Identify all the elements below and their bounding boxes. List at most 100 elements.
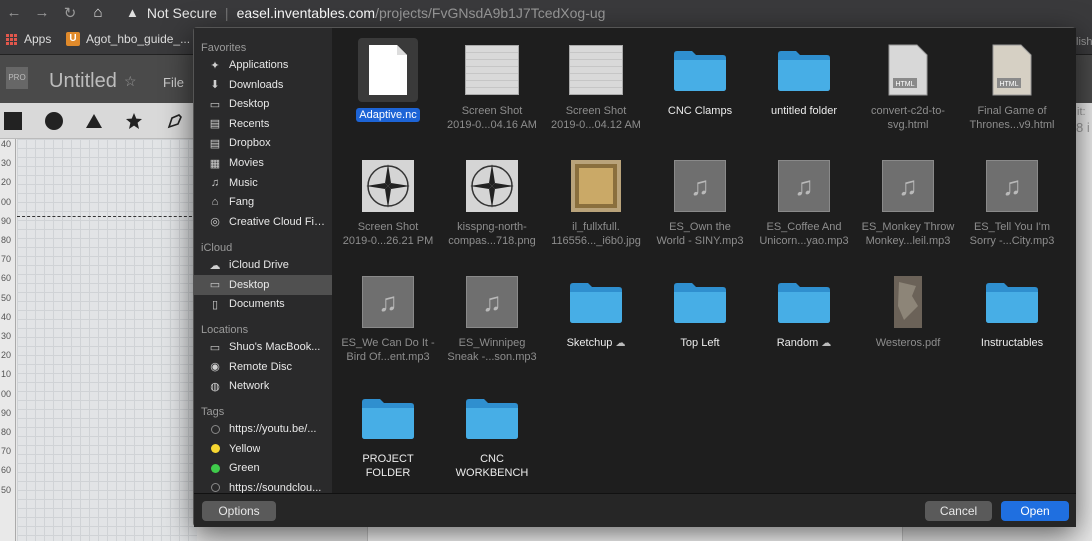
file-item[interactable]: ♫ ES_Winnipeg Sneak -...son.mp3 <box>440 272 544 364</box>
file-item[interactable]: HTML convert-c2d-to-svg.html <box>856 40 960 132</box>
url-path[interactable]: /projects/FvGNsdA9b1J7TcedXog-ug <box>375 5 605 21</box>
recents-icon: ▤ <box>209 118 221 131</box>
svg-text:HTML: HTML <box>895 81 914 88</box>
sidebar-tag[interactable]: https://soundclou... <box>194 478 332 493</box>
file-name-line: Adaptive.nc <box>356 108 420 122</box>
square-tool-icon[interactable] <box>4 112 22 130</box>
folder-item[interactable]: untitled folder <box>752 40 856 118</box>
folder-item[interactable]: PROJECT FOLDER <box>336 388 440 480</box>
file-menu[interactable]: File <box>163 75 184 90</box>
file-name-line: 2019-0...04.16 AM <box>447 119 537 131</box>
cancel-button[interactable]: Cancel <box>925 501 992 521</box>
file-item[interactable]: il_fullxfull. 116556..._i6b0.jpg <box>544 156 648 248</box>
warning-icon[interactable]: ▲ <box>126 5 139 20</box>
security-label[interactable]: Not Secure <box>147 5 217 21</box>
file-name-line: ES_Own the <box>669 221 731 233</box>
file-name-line: compas...718.png <box>448 235 536 247</box>
file-name: ES_Monkey Throw Monkey...leil.mp3 <box>856 220 960 248</box>
file-name: PROJECT FOLDER <box>336 452 440 480</box>
right-edge-fragment: lish it: 8 i <box>1076 0 1092 135</box>
sidebar-item[interactable]: ▦ Movies <box>194 153 332 173</box>
creative-cloud-icon: ◎ <box>210 216 220 229</box>
sidebar-item-label: Creative Cloud Fil... <box>229 215 325 228</box>
sidebar-item-label: Applications <box>229 59 289 71</box>
back-arrow-icon[interactable]: ← <box>0 4 28 21</box>
sidebar-item-label: Network <box>229 380 270 393</box>
sidebar-tag[interactable]: Green <box>194 458 332 478</box>
file-name-line: ES_Coffee And <box>766 221 842 233</box>
folder-item[interactable]: Random ☁ <box>752 272 856 351</box>
bookmark-apps[interactable]: Apps <box>6 32 51 46</box>
file-name: Final Game of Thrones...v9.html <box>960 104 1064 132</box>
folder-item[interactable]: Instructables <box>960 272 1064 350</box>
apps-grid-icon <box>6 33 17 45</box>
file-item[interactable]: HTML Final Game of Thrones...v9.html <box>960 40 1064 132</box>
file-name-line: ES_Tell You I'm <box>973 221 1051 233</box>
sidebar-item[interactable]: ▭ Desktop <box>194 274 332 295</box>
open-button[interactable]: Open <box>1001 501 1069 521</box>
folder-item[interactable]: CNC Clamps <box>648 40 752 118</box>
file-item[interactable]: Screen Shot 2019-0...26.21 PM <box>336 156 440 248</box>
sidebar-item[interactable]: ♫ Music <box>194 173 332 193</box>
sidebar-item[interactable]: ▭ Shuo's MacBook... <box>194 337 332 357</box>
vertical-ruler: 40 30 20 00 90 80 70 60 50 40 30 20 10 00 90 80 70 60 50 <box>0 139 16 541</box>
file-item[interactable]: Screen Shot 2019-0...04.16 AM <box>440 40 544 132</box>
file-item[interactable]: ♫ ES_We Can Do It - Bird Of...ent.mp3 <box>336 272 440 364</box>
tags-header: Tags <box>201 406 225 418</box>
sidebar-item[interactable]: ◉ Remote Disc <box>194 357 332 377</box>
file-item[interactable]: ♫ ES_Coffee And Unicorn...yao.mp3 <box>752 156 856 248</box>
sidebar-item[interactable]: ▤ Dropbox <box>194 133 332 153</box>
home-icon[interactable]: ⌂ <box>84 4 112 21</box>
project-title[interactable]: Untitled <box>49 70 117 93</box>
folder-item[interactable]: Sketchup ☁ <box>544 272 648 351</box>
ruler-label: 10 <box>1 369 12 380</box>
circle-tool-icon[interactable] <box>45 112 63 130</box>
star-tool-icon[interactable] <box>125 112 143 130</box>
sidebar-item[interactable]: ☁ iCloud Drive <box>194 255 332 275</box>
tag-dot-icon <box>208 443 222 455</box>
bookmark-agot[interactable]: U Agot_hbo_guide_... <box>66 32 190 46</box>
dropbox-icon: ▤ <box>209 137 221 150</box>
file-name: untitled folder <box>752 104 856 118</box>
sidebar-item[interactable]: ▭ Desktop <box>194 94 332 114</box>
file-item[interactable]: ♫ ES_Monkey Throw Monkey...leil.mp3 <box>856 156 960 248</box>
sidebar-item[interactable]: ◎ Creative Cloud Fil... <box>194 212 332 232</box>
file-name-line: il_fullxfull. <box>572 221 620 233</box>
file-item[interactable]: Adaptive.nc <box>336 38 440 122</box>
file-name-line: Monkey...leil.mp3 <box>865 235 951 247</box>
file-name-line: Thrones...v9.html <box>969 119 1055 131</box>
star-icon[interactable]: ☆ <box>124 73 137 90</box>
file-item[interactable]: Screen Shot 2019-0...04.12 AM <box>544 40 648 132</box>
sidebar-item[interactable]: ⬇ Downloads <box>194 75 332 95</box>
ruler-label: 70 <box>1 446 12 457</box>
folder-item[interactable]: Top Left <box>648 272 752 350</box>
pen-tool-icon[interactable] <box>166 112 184 130</box>
url-host[interactable]: easel.inventables.com <box>237 5 376 21</box>
file-name-line: Screen Shot <box>565 105 627 117</box>
triangle-tool-icon[interactable] <box>85 112 103 130</box>
file-name: CNC Clamps <box>648 104 752 118</box>
file-item[interactable]: Westeros.pdf <box>856 272 960 350</box>
file-item[interactable]: ♫ ES_Own the World - SINY.mp3 <box>648 156 752 248</box>
sidebar-item[interactable]: ⌂ Fang <box>194 192 332 212</box>
file-item[interactable]: ♫ ES_Tell You I'm Sorry -...City.mp3 <box>960 156 1064 248</box>
file-name: ES_Tell You I'm Sorry -...City.mp3 <box>960 220 1064 248</box>
address-bar[interactable]: easel.inventables.com/projects/FvGNsdA9b… <box>237 5 606 21</box>
folder-item[interactable]: CNC WORKBENCH <box>440 388 544 480</box>
sidebar-item[interactable]: ▤ Recents <box>194 114 332 134</box>
pro-badge: PRO <box>6 67 28 89</box>
sidebar-tag[interactable]: https://youtu.be/... <box>194 419 332 439</box>
design-canvas[interactable] <box>17 139 197 541</box>
file-item[interactable]: kisspng-north-compas...718.png <box>440 156 544 248</box>
sidebar-item[interactable]: ◍ Network <box>194 376 332 396</box>
sidebar-item[interactable]: ▯ Documents <box>194 294 332 314</box>
reload-icon[interactable]: ↻ <box>56 4 84 22</box>
forward-arrow-icon[interactable]: → <box>28 4 56 21</box>
folder-icon <box>960 272 1064 332</box>
options-button[interactable]: Options <box>202 501 276 521</box>
file-browser: Adaptive.nc Screen Shot 2019-0...04.16 AM S… <box>332 28 1076 493</box>
sidebar-item[interactable]: ✦ Applications <box>194 55 332 75</box>
sidebar-tag[interactable]: Yellow <box>194 439 332 459</box>
sidebar-item-label: Yellow <box>229 442 261 455</box>
file-name-line: Sketchup <box>566 337 613 349</box>
